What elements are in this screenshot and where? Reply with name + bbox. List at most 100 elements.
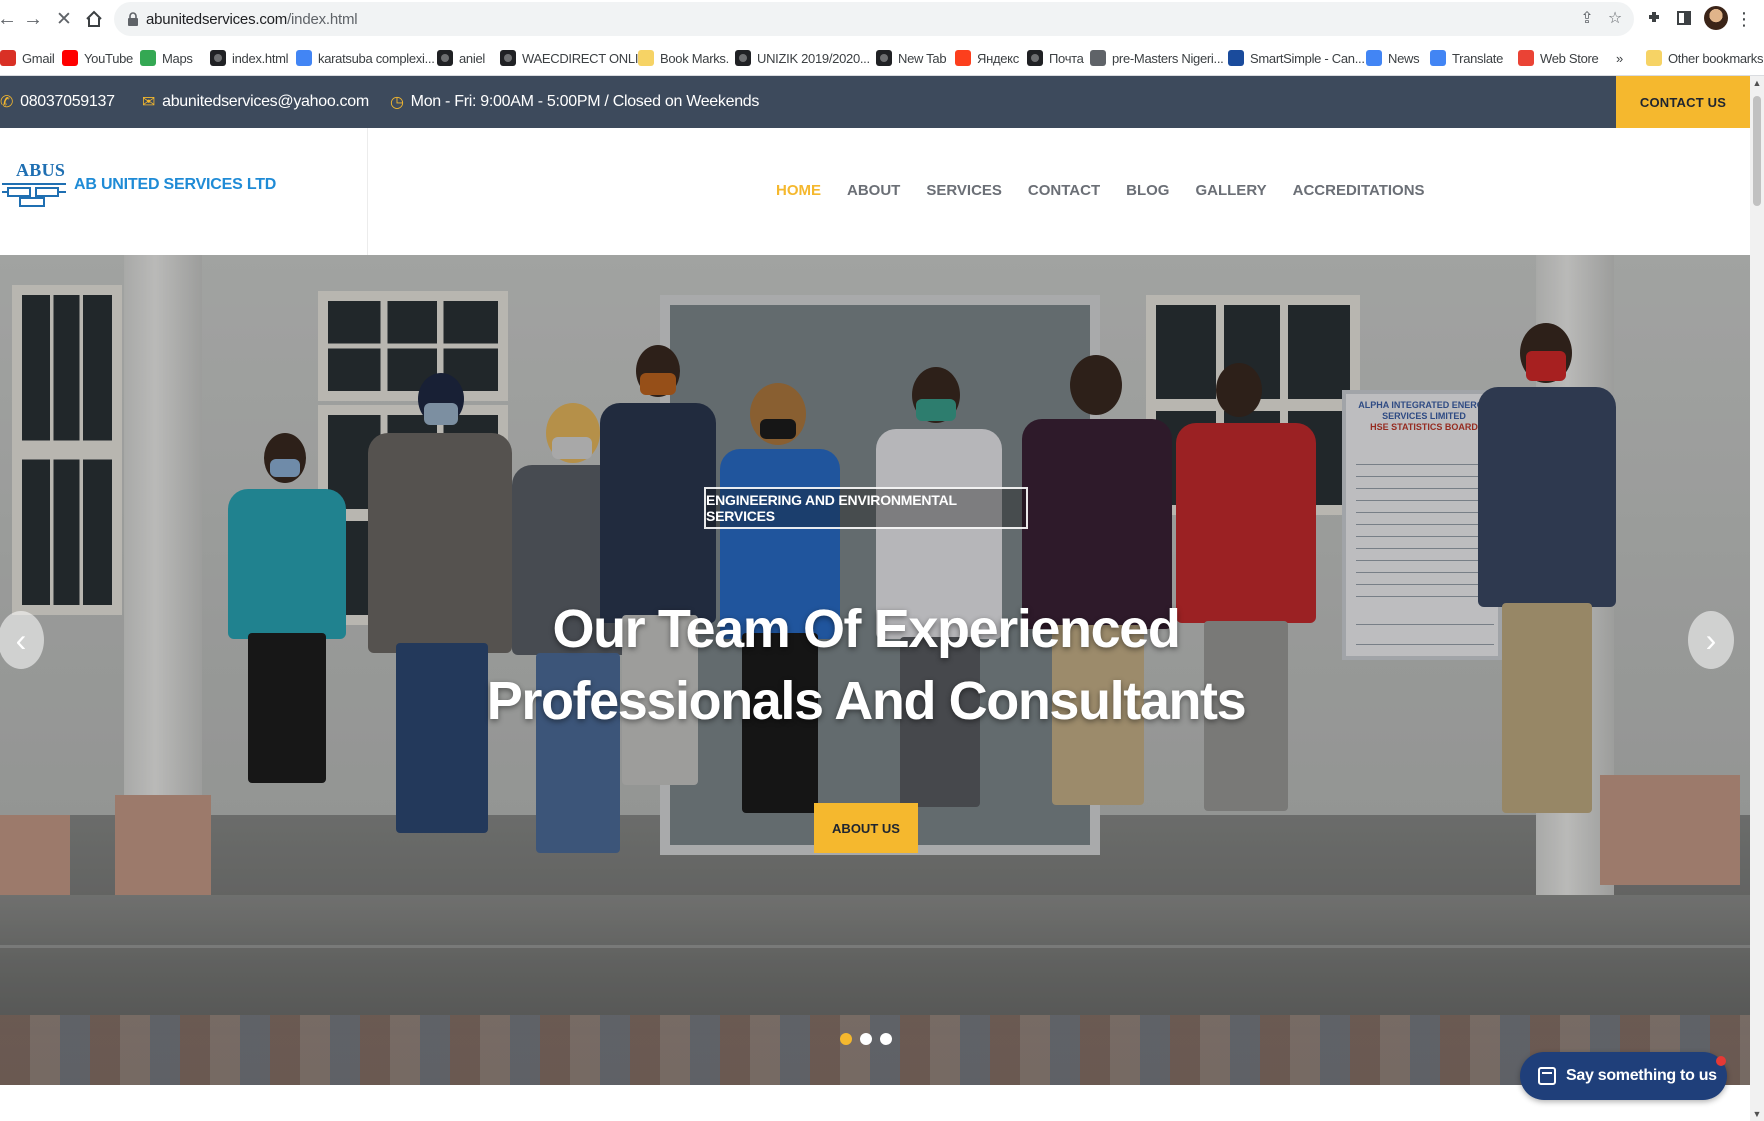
business-hours: Mon - Fri: 9:00AM - 5:00PM / Closed on W… — [410, 93, 760, 110]
bookmark-item[interactable]: UNIZIK 2019/2020... — [735, 48, 870, 68]
nav-item-gallery[interactable]: GALLERY — [1195, 182, 1266, 199]
slider-dot[interactable] — [880, 1033, 892, 1045]
hero-tagline: ENGINEERING AND ENVIRONMENTAL SERVICES — [704, 487, 1028, 529]
bookmark-item[interactable]: pre-Masters Nigeri... — [1090, 48, 1224, 68]
bookmark-label: WAECDIRECT ONLI... — [522, 50, 649, 66]
header-divider — [367, 128, 368, 255]
globe-icon — [210, 50, 226, 66]
company-name: AB UNITED SERVICES LTD — [74, 176, 277, 193]
bookmark-item[interactable]: SmartSimple - Can... — [1228, 48, 1365, 68]
bookmark-label: New Tab — [898, 50, 947, 66]
main-navigation: HOME ABOUT SERVICES CONTACT BLOG GALLERY ACCRE… — [776, 182, 1451, 199]
bookmark-item[interactable]: Book Marks. — [638, 48, 729, 68]
bookmark-label: Почта — [1049, 50, 1084, 66]
scrollbar-thumb[interactable] — [1753, 96, 1761, 206]
url-text: abunitedservices.com/index.html — [146, 11, 358, 28]
bookmark-item[interactable]: Почта — [1027, 48, 1084, 68]
slider-dot[interactable] — [860, 1033, 872, 1045]
home-icon[interactable] — [81, 6, 107, 32]
bookmark-label: Яндекс — [977, 50, 1019, 66]
notification-badge — [1716, 1056, 1726, 1066]
nav-item-accreditations[interactable]: ACCREDITATIONS — [1293, 182, 1425, 199]
slider-dot[interactable] — [840, 1033, 852, 1045]
share-icon[interactable]: ⇪ — [1578, 10, 1596, 28]
bookmark-label: karatsuba complexi... — [318, 50, 435, 66]
chat-widget-button[interactable]: Say something to us — [1520, 1052, 1727, 1100]
side-panel-icon[interactable] — [1672, 6, 1696, 32]
maps-icon — [140, 50, 156, 66]
phone-number: 08037059137 — [20, 93, 115, 110]
other-bookmarks-folder[interactable]: Other bookmarks — [1646, 48, 1764, 68]
bookmark-label: aniel — [459, 50, 485, 66]
news-icon — [1366, 50, 1382, 66]
top-info-bar: ✆ 08037059137 ✉ abunitedservices@yahoo.c… — [0, 76, 1750, 128]
bookmark-label: Gmail — [22, 50, 55, 66]
translate-icon — [1430, 50, 1446, 66]
stop-loading-icon[interactable]: ✕ — [51, 6, 77, 32]
about-us-button[interactable]: ABOUT US — [814, 803, 918, 853]
globe-icon — [876, 50, 892, 66]
bookmark-item[interactable]: YouTube — [62, 48, 133, 68]
bookmark-item[interactable]: Gmail — [0, 48, 55, 68]
other-bookmarks-label: Other bookmarks — [1668, 50, 1764, 66]
folder-icon — [638, 50, 654, 66]
globe-icon — [735, 50, 751, 66]
bookmark-label: Maps — [162, 50, 193, 66]
more-bookmarks-chevron-icon[interactable]: » — [1616, 48, 1623, 68]
bookmark-label: News — [1388, 50, 1420, 66]
scroll-down-icon[interactable]: ▼ — [1750, 1107, 1764, 1121]
bookmark-item[interactable]: karatsuba complexi... — [296, 48, 435, 68]
bookmark-item[interactable]: Translate — [1430, 48, 1503, 68]
hours-info: ◷ Mon - Fri: 9:00AM - 5:00PM / Closed on… — [390, 92, 759, 112]
extensions-icon[interactable] — [1642, 6, 1666, 32]
back-icon[interactable]: ← — [0, 6, 20, 32]
bookmark-label: UNIZIK 2019/2020... — [757, 50, 870, 66]
youtube-icon — [62, 50, 78, 66]
bookmark-item[interactable]: Maps — [140, 48, 193, 68]
logo-brick-icon — [2, 183, 66, 207]
bookmark-item[interactable]: News — [1366, 48, 1420, 68]
site-header: ABUS AB UNITED SERVICES LTD HOME ABOUT SER… — [0, 128, 1750, 255]
email-address[interactable]: abunitedservices@yahoo.com — [162, 93, 369, 111]
logo-mark-text: ABUS — [16, 160, 66, 180]
nav-item-contact[interactable]: CONTACT — [1028, 182, 1100, 199]
bookmark-label: Book Marks. — [660, 50, 729, 66]
envelope-icon: ✉ — [142, 94, 156, 111]
bookmark-item[interactable]: Яндекс — [955, 48, 1019, 68]
bookmarks-bar: Gmail YouTube Maps index.html karatsuba comp… — [0, 38, 1764, 76]
gmail-icon — [0, 50, 16, 66]
page-scrollbar[interactable]: ▲ ▼ — [1750, 76, 1764, 1121]
nav-item-about[interactable]: ABOUT — [847, 182, 900, 199]
forward-icon[interactable]: → — [20, 6, 46, 32]
document-icon — [1090, 50, 1106, 66]
bookmark-item[interactable]: New Tab — [876, 48, 947, 68]
globe-icon — [437, 50, 453, 66]
bookmark-label: Web Store — [1540, 50, 1599, 66]
slider-next-arrow-icon[interactable]: › — [1688, 611, 1734, 669]
bookmark-item[interactable]: Web Store — [1518, 48, 1599, 68]
bookmark-label: pre-Masters Nigeri... — [1112, 50, 1224, 66]
nav-item-blog[interactable]: BLOG — [1126, 182, 1169, 199]
phone-info: ✆ 08037059137 — [0, 92, 115, 112]
smartsimple-icon — [1228, 50, 1244, 66]
lock-icon — [128, 12, 138, 26]
phone-icon: ✆ — [0, 94, 14, 111]
address-bar[interactable]: abunitedservices.com/index.html ⇪ ☆ — [114, 2, 1634, 36]
bookmark-item[interactable]: index.html — [210, 48, 289, 68]
hero-title-line: Professionals And Consultants — [486, 671, 1247, 731]
profile-avatar[interactable] — [1704, 6, 1728, 30]
email-info[interactable]: ✉ abunitedservices@yahoo.com — [142, 92, 369, 112]
bookmark-star-icon[interactable]: ☆ — [1606, 10, 1624, 28]
slider-prev-arrow-icon[interactable]: ‹ — [0, 611, 44, 669]
contact-us-button[interactable]: CONTACT US — [1616, 76, 1750, 128]
scroll-up-icon[interactable]: ▲ — [1750, 76, 1764, 90]
site-logo[interactable]: ABUS AB UNITED SERVICES LTD — [2, 158, 276, 218]
bookmark-item[interactable]: aniel — [437, 48, 485, 68]
nav-item-home[interactable]: HOME — [776, 182, 821, 199]
bookmark-item[interactable]: WAECDIRECT ONLI... — [500, 48, 648, 68]
folder-icon — [1646, 50, 1662, 66]
menu-kebab-icon[interactable]: ⋮ — [1732, 6, 1756, 32]
bookmark-label: index.html — [232, 50, 289, 66]
clock-icon: ◷ — [390, 94, 404, 111]
nav-item-services[interactable]: SERVICES — [926, 182, 1002, 199]
